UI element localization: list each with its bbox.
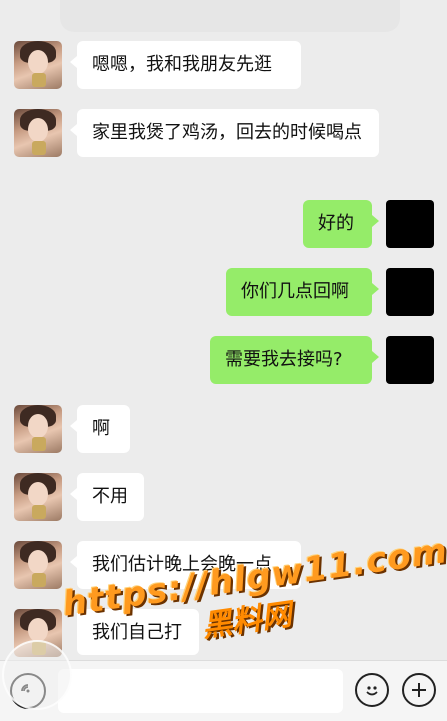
contact-avatar[interactable] [14, 541, 62, 589]
outgoing-message[interactable]: 需要我去接吗? [210, 336, 379, 384]
outgoing-message[interactable]: 你们几点回啊 [226, 268, 379, 316]
top-blur [60, 0, 400, 32]
emoji-icon[interactable] [355, 673, 389, 707]
incoming-message[interactable]: 啊 [70, 405, 130, 453]
incoming-message[interactable]: 嗯嗯，我和我朋友先逛 [70, 41, 301, 89]
contact-avatar[interactable] [14, 473, 62, 521]
self-avatar[interactable] [386, 268, 434, 316]
contact-avatar[interactable] [14, 41, 62, 89]
watermark-circle [2, 640, 72, 710]
contact-avatar[interactable] [14, 109, 62, 157]
incoming-message[interactable]: 不用 [70, 473, 144, 521]
outgoing-message[interactable]: 好的 [303, 200, 379, 248]
contact-avatar[interactable] [14, 405, 62, 453]
plus-icon[interactable] [402, 673, 436, 707]
incoming-message[interactable]: 家里我煲了鸡汤，回去的时候喝点 [70, 109, 379, 157]
self-avatar[interactable] [386, 200, 434, 248]
self-avatar[interactable] [386, 336, 434, 384]
